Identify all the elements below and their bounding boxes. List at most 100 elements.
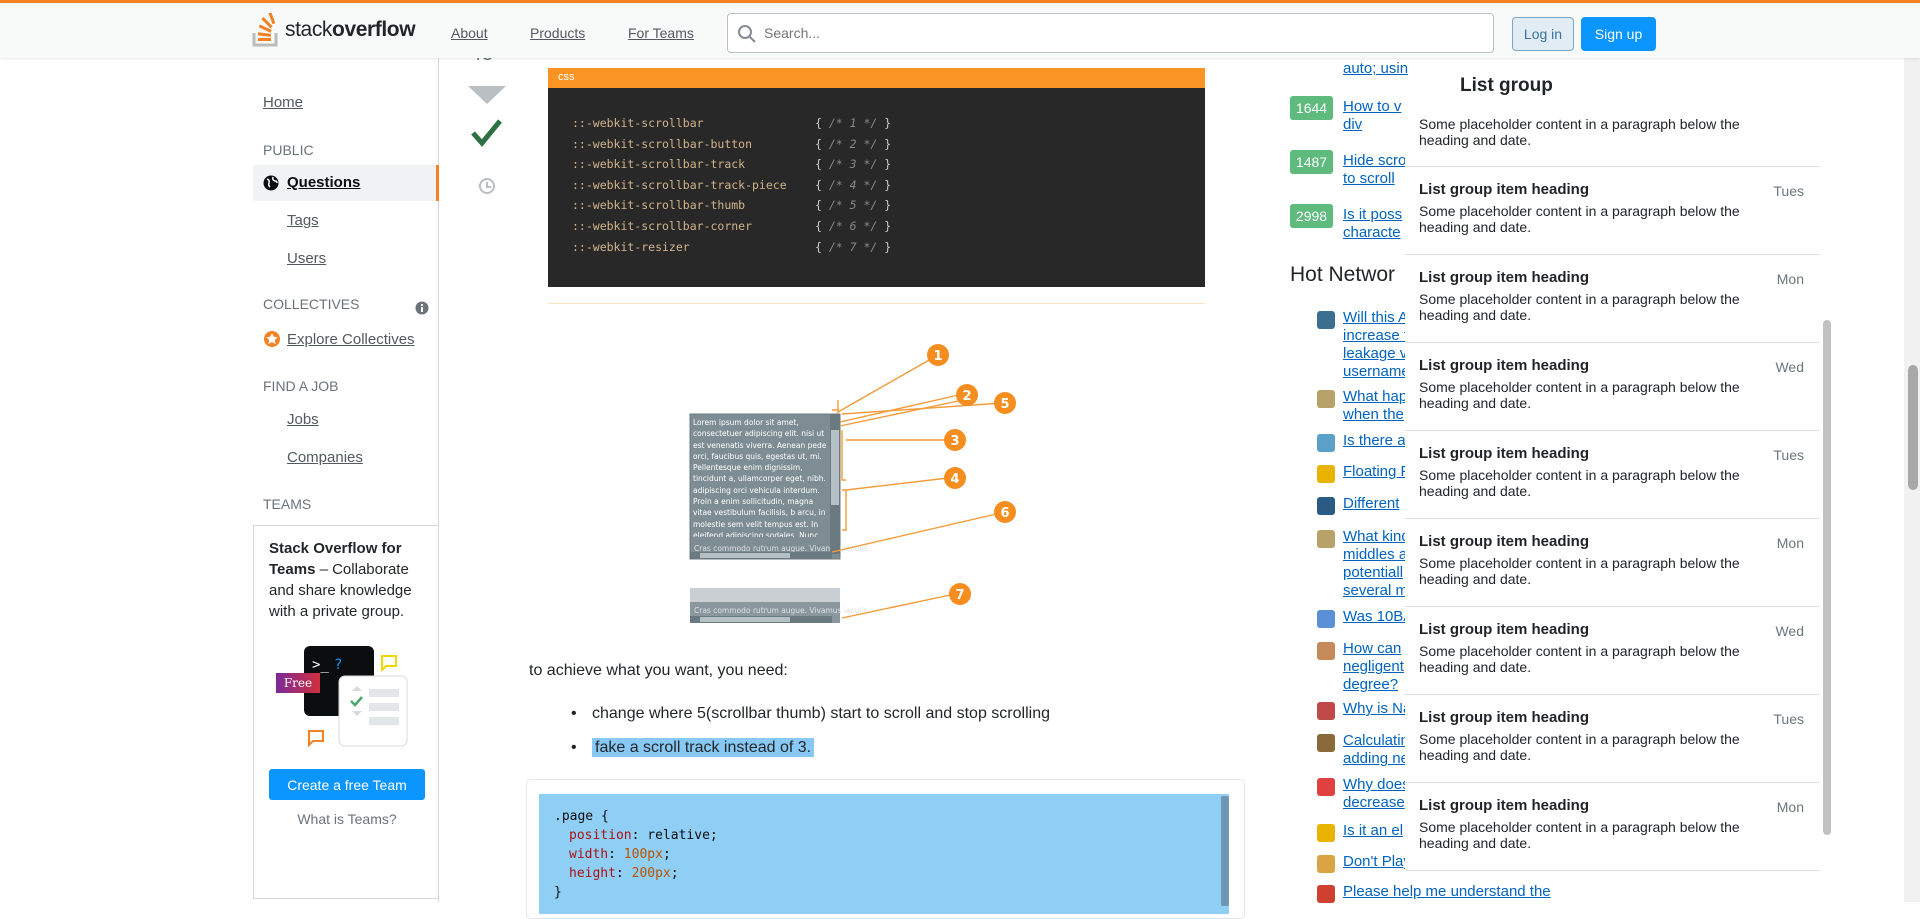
- list-group-item-date: Tues: [1773, 183, 1804, 199]
- list-group-item-body: Some placeholder content in a paragraph …: [1419, 643, 1740, 675]
- sidebar-public-heading: PUBLIC: [263, 142, 314, 158]
- diagram-last-line: Cras commodo rutrum augue. Vivamus iacul…: [694, 544, 868, 553]
- svg-text:1: 1: [933, 349, 942, 364]
- site-icon: [1317, 610, 1335, 628]
- hot-question-link[interactable]: Is it an el: [1343, 822, 1403, 840]
- sidebar-item-home[interactable]: Home: [263, 94, 303, 111]
- page-scrollbar-thumb[interactable]: [1908, 365, 1918, 490]
- free-badge: Free: [276, 673, 320, 693]
- search-input[interactable]: [764, 22, 1464, 44]
- teams-promo: Stack Overflow for Teams – Collaborate a…: [253, 525, 439, 899]
- list-group-item[interactable]: List group item heading Tues Some placehol…: [1405, 431, 1820, 519]
- list-group-item-date: Tues: [1773, 711, 1804, 727]
- list-group-item[interactable]: List group item heading Mon Some placehold…: [1405, 783, 1820, 871]
- list-group-item[interactable]: List group item heading Mon Some placehold…: [1405, 255, 1820, 343]
- hot-question-link[interactable]: Calculatin adding ne: [1343, 732, 1409, 768]
- list-group-item[interactable]: List group item heading Wed Some placehold…: [1405, 343, 1820, 431]
- list-group-item-heading: List group item heading: [1419, 709, 1590, 726]
- svg-text:>_: >_: [312, 657, 329, 673]
- info-icon[interactable]: [415, 301, 429, 315]
- answer-intro-text: to achieve what you want, you need:: [529, 662, 788, 679]
- hot-question-link[interactable]: Why is Na: [1343, 700, 1411, 718]
- hot-question-link[interactable]: How can negligent degree?: [1343, 640, 1404, 694]
- stack-logo-icon: [252, 13, 278, 47]
- list-group-item-body: Some placeholder content in a paragraph …: [1419, 203, 1740, 235]
- history-icon[interactable]: [477, 176, 497, 196]
- linked-question-link[interactable]: How to v div: [1343, 98, 1401, 134]
- sidebar-item-questions-label[interactable]: Questions: [287, 174, 360, 191]
- code-image-line: ::-webkit-resizer{ /* 7 */ }: [572, 239, 892, 254]
- list-group-item[interactable]: Some placeholder content in a paragraph …: [1405, 115, 1820, 167]
- hot-question-link[interactable]: Was 10BA: [1343, 608, 1413, 626]
- hot-question-link[interactable]: Floating F: [1343, 463, 1410, 481]
- sidebar-item-companies[interactable]: Companies: [287, 449, 363, 466]
- sidebar-item-tags[interactable]: Tags: [287, 212, 319, 229]
- nav-about[interactable]: About: [451, 25, 488, 41]
- list-group-panel[interactable]: Some placeholder content in a paragraph …: [1405, 115, 1832, 872]
- stackoverflow-logo[interactable]: stackoverflow: [252, 12, 416, 48]
- site-icon: [1317, 530, 1335, 548]
- list-group-item[interactable]: List group item heading Tues Some placehol…: [1405, 695, 1820, 783]
- list-group-item[interactable]: List group item heading Mon Some placehold…: [1405, 519, 1820, 607]
- collectives-icon: [264, 331, 280, 347]
- list-group-title: List group: [1460, 75, 1553, 96]
- site-icon: [1317, 734, 1335, 752]
- diagram-last-line-clone: Cras commodo rutrum augue. Vivamus iacul…: [694, 606, 868, 615]
- top-bar: stackoverflow About Products For Teams L…: [0, 0, 1920, 58]
- hot-question-link[interactable]: Will this Aincrease t leakage v username: [1343, 309, 1410, 381]
- hot-question-link[interactable]: What hap when the: [1343, 388, 1407, 424]
- hot-question-link[interactable]: Please help me understand the: [1343, 883, 1551, 901]
- sidebar-teams-heading: TEAMS: [263, 496, 312, 512]
- site-icon: [1317, 885, 1335, 903]
- hot-question-link[interactable]: Is there a: [1343, 432, 1406, 450]
- site-icon: [1317, 311, 1335, 329]
- sidebar-item-questions[interactable]: Questions: [253, 165, 439, 201]
- list-group-item-date: Tues: [1773, 447, 1804, 463]
- list-group-scrollbar-thumb[interactable]: [1823, 320, 1831, 835]
- code-block-scrollbar[interactable]: [1221, 796, 1229, 906]
- code-line: height: 200px;: [569, 866, 679, 881]
- hot-network-questions-title: Hot Networ: [1290, 263, 1396, 286]
- site-icon: [1317, 465, 1335, 483]
- downvote-icon[interactable]: [468, 86, 506, 106]
- linked-question-link[interactable]: auto; usin: [1343, 60, 1408, 78]
- linked-question-link[interactable]: Is it poss characte: [1343, 206, 1402, 242]
- site-icon: [1317, 434, 1335, 452]
- sidebar-item-jobs[interactable]: Jobs: [287, 411, 319, 428]
- diagram-lorem-text: Lorem ipsum dolor sit amet, consectetuer…: [693, 418, 827, 537]
- linked-question-link[interactable]: Hide scro to scroll: [1343, 152, 1406, 188]
- sidebar-collectives-heading: COLLECTIVES: [263, 296, 360, 312]
- list-group-item-heading: List group item heading: [1419, 181, 1590, 198]
- sidebar-item-users[interactable]: Users: [287, 250, 326, 267]
- signup-button[interactable]: Sign up: [1581, 17, 1656, 51]
- login-button[interactable]: Log in: [1512, 17, 1574, 51]
- list-group-item[interactable]: List group item heading Tues Some placehol…: [1405, 167, 1820, 255]
- sidebar-item-explore-collectives[interactable]: Explore Collectives: [287, 331, 415, 348]
- code-line: position: relative;: [569, 828, 718, 843]
- nav-for-teams[interactable]: For Teams: [628, 25, 694, 41]
- hot-question-link[interactable]: Different: [1343, 495, 1399, 513]
- hot-question-link[interactable]: What kind middles a potentiall several m: [1343, 528, 1410, 600]
- code-image-header: CSS: [548, 68, 1205, 88]
- nav-products[interactable]: Products: [530, 25, 585, 41]
- svg-text:2: 2: [962, 389, 971, 404]
- what-is-teams-link[interactable]: What is Teams?: [254, 811, 440, 827]
- hot-question-link[interactable]: Why does decrease: [1343, 776, 1410, 812]
- code-image-line: ::-webkit-scrollbar-track{ /* 3 */ }: [572, 157, 892, 172]
- code-block[interactable]: .page {position: relative; width: 100px; h…: [539, 794, 1229, 914]
- svg-text:?: ?: [334, 657, 342, 673]
- teams-illustration: >_ ?: [304, 646, 408, 748]
- list-group-item[interactable]: List group item heading Wed Some placehold…: [1405, 607, 1820, 695]
- list-group-item-body: Some placeholder content in a paragraph …: [1419, 291, 1740, 323]
- linked-question-score: 2998: [1290, 204, 1333, 228]
- logo-text: stackoverflow: [285, 18, 416, 41]
- list-group-item-date: Wed: [1775, 359, 1804, 375]
- diagram-callouts: 1 2 5 3 4 6 7: [927, 344, 1016, 605]
- code-image-line: ::-webkit-scrollbar-button{ /* 2 */ }: [572, 136, 892, 151]
- code-image-line: ::-webkit-scrollbar-track-piece{ /* 4 */…: [572, 177, 892, 192]
- create-team-button[interactable]: Create a free Team: [269, 769, 425, 800]
- left-sidebar: Home PUBLIC Questions Tags Users COLLECT…: [253, 58, 439, 902]
- search-box[interactable]: [727, 13, 1494, 53]
- search-icon: [738, 25, 756, 43]
- site-icon: [1317, 390, 1335, 408]
